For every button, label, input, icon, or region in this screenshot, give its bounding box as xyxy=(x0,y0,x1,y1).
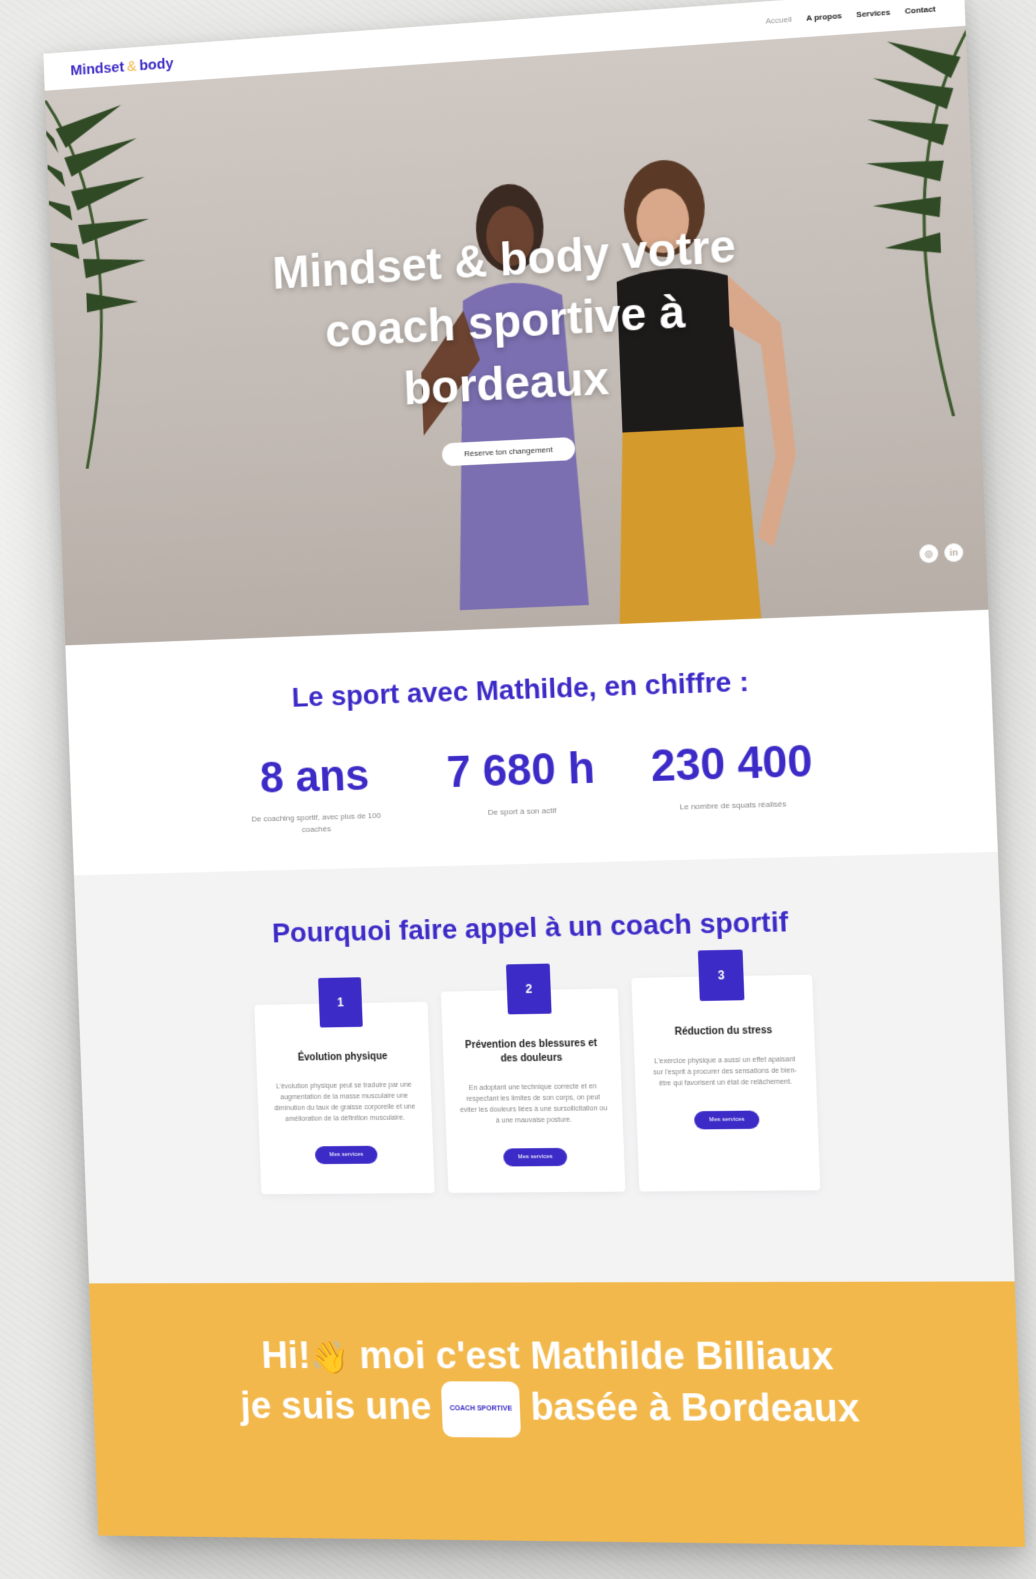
nav-link-accueil[interactable]: Accueil xyxy=(765,14,792,25)
card-number-badge: 2 xyxy=(505,963,552,1015)
card-title: Prévention des blessures et des douleurs xyxy=(464,1038,598,1065)
logo-ampersand: & xyxy=(126,57,137,75)
why-coach-section: Pourquoi faire appel à un coach sportif … xyxy=(73,851,1015,1284)
stats-title: Le sport avec Mathilde, en chiffre : xyxy=(291,665,750,713)
stat-years: 8 ans De coaching sportif, avec plus de … xyxy=(236,750,394,838)
stat-value: 230 400 xyxy=(649,736,814,792)
intro-name: moi c'est Mathilde Billiaux xyxy=(358,1335,835,1379)
instagram-icon[interactable]: ◎ xyxy=(919,544,939,564)
intro-line-2: je suis une COACH SPORTIVE basée à Borde… xyxy=(93,1380,1021,1441)
waving-hand-icon: 👋 xyxy=(309,1339,350,1376)
card-title: Réduction du stress xyxy=(674,1025,773,1038)
linkedin-icon[interactable]: in xyxy=(944,542,964,563)
stats-section: Le sport avec Mathilde, en chiffre : 8 a… xyxy=(65,609,998,876)
benefit-card-physical: 1 Évolution physique L'évolution physiqu… xyxy=(254,977,435,1195)
nav-link-services[interactable]: Services xyxy=(856,7,890,19)
why-title: Pourquoi faire appel à un coach sportif xyxy=(271,905,789,949)
nav-link-a-propos[interactable]: A propos xyxy=(806,11,842,23)
stat-value: 7 680 h xyxy=(445,743,596,798)
stat-description: De coaching sportif, avec plus de 100 co… xyxy=(251,810,382,835)
stat-squats: 230 400 Le nombre de squats réalisés xyxy=(649,737,815,827)
benefit-cards: 1 Évolution physique L'évolution physiqu… xyxy=(79,949,1011,1196)
benefit-card-stress: 3 Réduction du stress L'exercice physiqu… xyxy=(631,949,821,1192)
intro-location: basée à Bordeaux xyxy=(529,1386,861,1431)
stat-value: 8 ans xyxy=(259,750,371,803)
services-button[interactable]: Mes services xyxy=(503,1147,567,1167)
logo-part-body: body xyxy=(138,54,174,74)
benefit-card-injury: 2 Prévention des blessures et des douleu… xyxy=(440,963,626,1193)
stats-row: 8 ans De coaching sportif, avec plus de … xyxy=(70,731,997,843)
card-title: Évolution physique xyxy=(297,1051,388,1064)
stat-hours: 7 680 h De sport à son actif xyxy=(440,743,602,832)
intro-section: Hi!👋 moi c'est Mathilde Billiaux je suis… xyxy=(89,1281,1026,1547)
logo-part-mindset: Mindset xyxy=(70,58,125,79)
card-body: En adoptant une technique correcte et en… xyxy=(459,1083,608,1125)
nav-links: Accueil A propos Services Contact xyxy=(765,4,936,25)
card-number-badge: 1 xyxy=(318,977,363,1028)
intro-greeting: Hi! xyxy=(260,1335,312,1377)
stat-description: Le nombre de squats réalisés xyxy=(679,799,787,812)
services-button[interactable]: Mes services xyxy=(315,1145,378,1165)
hero-section: Mindset & body votre coach sportive à bo… xyxy=(44,25,989,646)
website-mockup: Mindset & body Accueil A propos Services C… xyxy=(43,0,1026,1547)
hero-text-block: Mindset & body votre coach sportive à bo… xyxy=(51,200,982,485)
nav-link-contact[interactable]: Contact xyxy=(905,4,936,15)
intro-i-am: je suis une xyxy=(239,1385,433,1429)
coach-badge: COACH SPORTIVE xyxy=(440,1381,522,1438)
site-logo[interactable]: Mindset & body xyxy=(70,55,174,79)
stat-description: De sport à son actif xyxy=(487,805,557,817)
card-body: L'évolution physique peut se traduire pa… xyxy=(273,1081,416,1123)
services-button[interactable]: Mes services xyxy=(694,1110,760,1130)
hero-title: Mindset & body votre coach sportive à bo… xyxy=(271,219,737,415)
card-body: L'exercice physique a aussi un effet apa… xyxy=(653,1056,798,1088)
card-number-badge: 3 xyxy=(697,949,745,1002)
intro-line-1: Hi!👋 moi c'est Mathilde Billiaux xyxy=(91,1332,1019,1383)
social-links: ◎ in xyxy=(919,542,964,564)
